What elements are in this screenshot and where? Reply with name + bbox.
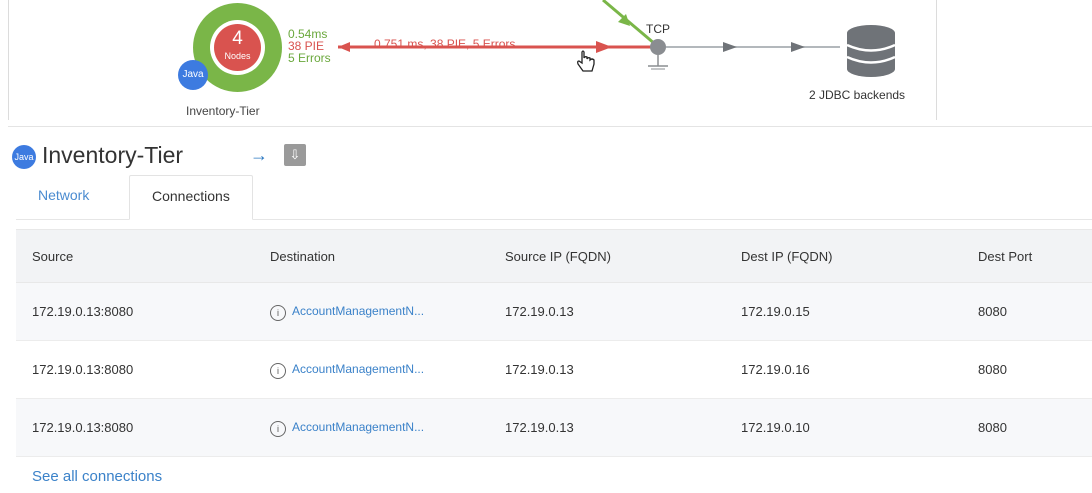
error-edge-label[interactable]: 0.751 ms, 38 PIE, 5 Errors — [374, 37, 515, 51]
tier-stats: 0.54ms 38 PIE 5 Errors — [288, 28, 331, 64]
table-row[interactable]: 172.19.0.13:8080 i AccountManagementN... … — [16, 398, 1092, 457]
flow-map-edges — [338, 0, 896, 77]
tcp-label: TCP — [646, 22, 670, 36]
error-edge-tail — [338, 42, 350, 52]
flow-map: 4 Nodes Java 0.54ms 38 PIE 5 Errors Inve… — [0, 0, 1092, 125]
tier-name-label[interactable]: Inventory-Tier — [186, 104, 260, 118]
cell-dest-ip: 172.19.0.15 — [725, 282, 962, 341]
tier-details-panel: Java Inventory-Tier → ⇩ Network Connecti… — [8, 126, 1092, 493]
destination-link[interactable]: AccountManagementN... — [292, 362, 424, 376]
hand-cursor-icon — [577, 50, 595, 72]
database-icon[interactable] — [846, 25, 896, 77]
cell-dest-port: 8080 — [962, 398, 1092, 457]
info-icon[interactable]: i — [270, 304, 286, 321]
tier-stat-errors: 5 Errors — [288, 51, 331, 65]
destination-link[interactable]: AccountManagementN... — [292, 420, 424, 434]
cell-destination: i AccountManagementN... — [254, 398, 489, 457]
info-icon[interactable]: i — [270, 420, 286, 437]
tier-node-count: 4 — [232, 28, 243, 49]
table-header-row: Source Destination Source IP (FQDN) Dest… — [16, 229, 1092, 283]
cell-source-ip: 172.19.0.13 — [489, 282, 725, 341]
error-edge-arrow — [596, 41, 612, 53]
java-icon: Java — [12, 145, 36, 169]
destination-link[interactable]: AccountManagementN... — [292, 304, 424, 318]
connections-table: Source Destination Source IP (FQDN) Dest… — [16, 229, 1092, 457]
java-icon: Java — [178, 60, 208, 90]
info-icon[interactable]: i — [270, 362, 286, 379]
backend-label[interactable]: 2 JDBC backends — [809, 88, 905, 102]
db-edge-arrow-1 — [723, 42, 737, 52]
cell-destination: i AccountManagementN... — [254, 340, 489, 399]
cell-source-ip: 172.19.0.13 — [489, 340, 725, 399]
column-header-dest-ip[interactable]: Dest IP (FQDN) — [725, 229, 962, 283]
cell-dest-ip: 172.19.0.10 — [725, 398, 962, 457]
column-header-dest-port[interactable]: Dest Port — [962, 229, 1092, 283]
panel-tabs: Network Connections — [16, 175, 1092, 220]
cell-source: 172.19.0.13:8080 — [16, 282, 254, 341]
cell-dest-port: 8080 — [962, 282, 1092, 341]
db-edge-arrow-2 — [791, 42, 805, 52]
cell-source: 172.19.0.13:8080 — [16, 398, 254, 457]
download-icon[interactable]: ⇩ — [284, 144, 306, 166]
cell-dest-ip: 172.19.0.16 — [725, 340, 962, 399]
column-header-source-ip[interactable]: Source IP (FQDN) — [489, 229, 725, 283]
right-arrow-icon[interactable]: → — [250, 145, 268, 166]
table-row[interactable]: 172.19.0.13:8080 i AccountManagementN... … — [16, 282, 1092, 341]
panel-title: Inventory-Tier — [42, 142, 184, 168]
tab-network[interactable]: Network — [16, 175, 111, 219]
column-header-destination[interactable]: Destination — [254, 229, 489, 283]
tier-node-count-label: Nodes — [224, 51, 251, 61]
tier-node-core: 4 Nodes — [214, 24, 261, 71]
table-row[interactable]: 172.19.0.13:8080 i AccountManagementN... … — [16, 340, 1092, 399]
cell-source: 172.19.0.13:8080 — [16, 340, 254, 399]
cell-source-ip: 172.19.0.13 — [489, 398, 725, 457]
tcp-node[interactable] — [650, 39, 666, 55]
cell-dest-port: 8080 — [962, 340, 1092, 399]
cell-destination: i AccountManagementN... — [254, 282, 489, 341]
column-header-source[interactable]: Source — [16, 229, 254, 283]
see-all-connections-link[interactable]: See all connections — [32, 468, 162, 485]
tab-connections[interactable]: Connections — [129, 175, 253, 220]
